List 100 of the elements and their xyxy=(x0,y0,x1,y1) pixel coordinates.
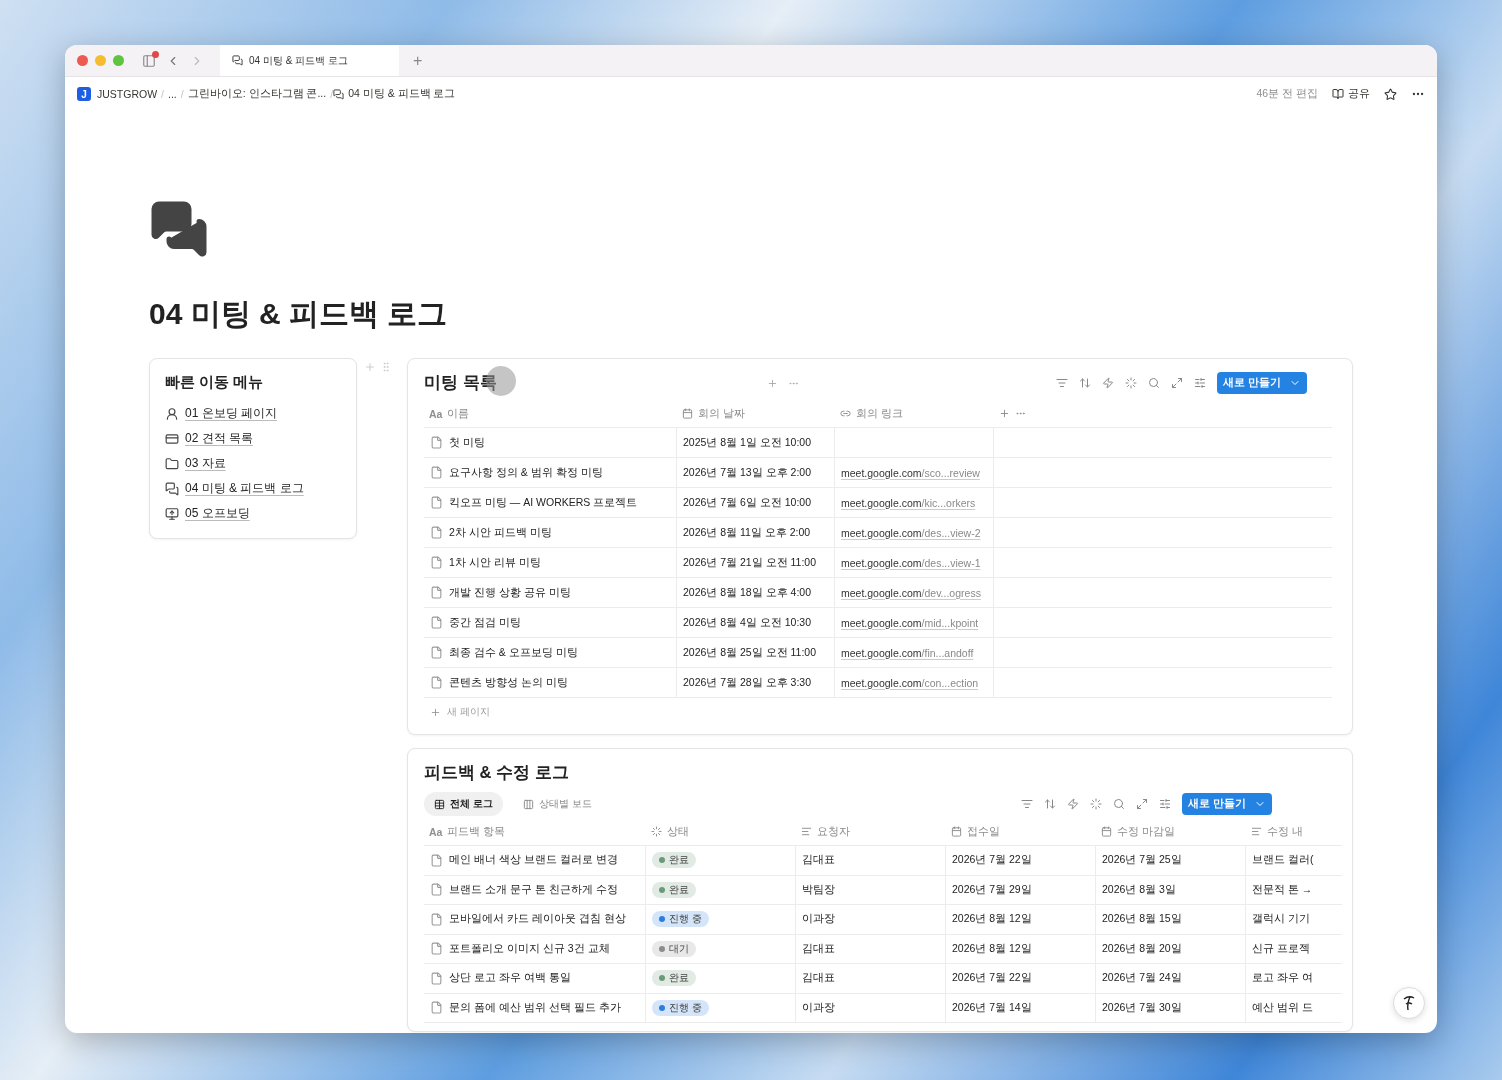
minimize-button[interactable] xyxy=(95,55,106,66)
calendar-icon xyxy=(1101,826,1112,837)
meeting-date: 2026년 8월 11일 오후 2:00 xyxy=(683,525,811,540)
column-header[interactable]: 회의 링크 xyxy=(835,400,994,428)
close-button[interactable] xyxy=(77,55,88,66)
column-header[interactable]: 상태 xyxy=(646,818,796,846)
meeting-link[interactable]: meet.google.com/dev...ogress xyxy=(841,586,981,599)
settings-icon[interactable] xyxy=(1194,377,1207,389)
link-cell[interactable]: meet.google.com/des...view-2 xyxy=(835,518,994,548)
search-icon[interactable] xyxy=(1113,798,1126,810)
search-icon[interactable] xyxy=(1148,377,1161,389)
breadcrumb-link[interactable]: JUSTGROW xyxy=(93,88,162,100)
meeting-name[interactable]: 중간 점검 미팅 xyxy=(449,615,521,630)
chat-bubbles-icon xyxy=(149,199,209,259)
meeting-link[interactable]: meet.google.com/con...ection xyxy=(841,676,979,689)
column-header[interactable]: 수정 마감일 xyxy=(1096,818,1246,846)
link-cell[interactable]: meet.google.com/dev...ogress xyxy=(835,578,994,608)
meeting-name[interactable]: 콘텐츠 방향성 논의 미팅 xyxy=(449,675,568,690)
help-button[interactable] xyxy=(1393,987,1425,1019)
feedback-item[interactable]: 포트폴리오 이미지 신규 3건 교체 xyxy=(449,941,610,956)
feedback-item[interactable]: 모바일에서 카드 레이아웃 겹침 현상 xyxy=(449,912,626,927)
sparkle-icon[interactable] xyxy=(1090,798,1103,810)
feedback-item[interactable]: 문의 폼에 예산 범위 선택 필드 추가 xyxy=(449,1000,621,1015)
feedback-item[interactable]: 상단 로고 좌우 여백 통일 xyxy=(449,971,571,986)
new-button[interactable]: 새로 만들기 xyxy=(1182,793,1272,815)
lightning-icon[interactable] xyxy=(1102,377,1115,389)
expand-icon[interactable] xyxy=(1136,798,1149,810)
meeting-name[interactable]: 첫 미팅 xyxy=(449,435,485,450)
filter-icon[interactable] xyxy=(1056,377,1069,389)
menu-link[interactable]: 03 자료 xyxy=(165,455,341,472)
add-column-icon[interactable] xyxy=(999,408,1010,419)
link-cell[interactable]: meet.google.com/sco...review xyxy=(835,458,994,488)
breadcrumb-link[interactable]: ... xyxy=(164,88,181,100)
browser-tab[interactable]: 04 미팅 & 피드백 로그 xyxy=(220,45,399,76)
view-tab[interactable]: 상태별 보드 xyxy=(512,792,602,816)
column-header[interactable]: Aa 이름 xyxy=(424,400,677,428)
monitor-icon xyxy=(165,506,179,521)
share-button[interactable]: 공유 xyxy=(1332,87,1370,101)
text-lines-icon xyxy=(1251,826,1262,837)
filter-icon[interactable] xyxy=(1021,798,1034,810)
settings-icon[interactable] xyxy=(1159,798,1172,810)
text-type-icon: Aa xyxy=(429,825,443,838)
add-icon[interactable] xyxy=(766,377,778,389)
column-header[interactable]: 회의 날짜 xyxy=(677,400,835,428)
sort-icon[interactable] xyxy=(1044,798,1057,810)
page-icon xyxy=(430,912,443,926)
star-icon[interactable] xyxy=(1384,87,1397,101)
menu-link[interactable]: 04 미팅 & 피드백 로그 xyxy=(165,480,341,497)
card-icon xyxy=(165,431,179,446)
column-header[interactable]: 수정 내 xyxy=(1246,818,1342,846)
page-icon xyxy=(430,496,443,509)
meeting-link[interactable]: meet.google.com/des...view-1 xyxy=(841,556,981,569)
feedback-item[interactable]: 브랜드 소개 문구 톤 친근하게 수정 xyxy=(449,882,618,897)
meeting-link[interactable]: meet.google.com/kic...orkers xyxy=(841,496,976,509)
requester: 박팀장 xyxy=(802,882,835,897)
column-header[interactable]: 접수일 xyxy=(946,818,1096,846)
status-tag: 대기 xyxy=(652,940,696,957)
revision-note: 예산 범위 드 xyxy=(1252,1000,1313,1015)
menu-link[interactable]: 02 견적 목록 xyxy=(165,430,341,447)
menu-link[interactable]: 05 오프보딩 xyxy=(165,505,341,522)
requester: 김대표 xyxy=(802,853,835,868)
drag-handle-icon[interactable] xyxy=(380,361,392,373)
status-tag: 진행 중 xyxy=(652,911,709,928)
add-icon xyxy=(430,706,441,718)
page-icon xyxy=(430,436,443,449)
column-header[interactable]: 요청자 xyxy=(796,818,946,846)
calendar-icon xyxy=(951,826,962,837)
link-cell[interactable]: meet.google.com/des...view-1 xyxy=(835,548,994,578)
feedback-item[interactable]: 메인 배너 색상 브랜드 컬러로 변경 xyxy=(449,853,618,868)
lightning-icon[interactable] xyxy=(1067,798,1080,810)
user-icon xyxy=(165,406,179,421)
meeting-name[interactable]: 1차 시안 리뷰 미팅 xyxy=(449,555,541,570)
expand-icon[interactable] xyxy=(1171,377,1184,389)
meeting-name[interactable]: 최종 검수 & 오프보딩 미팅 xyxy=(449,645,578,660)
meeting-name[interactable]: 요구사항 정의 & 범위 확정 미팅 xyxy=(449,465,603,480)
link-cell[interactable]: meet.google.com/mid...kpoint xyxy=(835,608,994,638)
sort-icon[interactable] xyxy=(1079,377,1092,389)
deadline-date: 2026년 8월 15일 xyxy=(1102,912,1182,927)
link-cell[interactable]: meet.google.com/kic...orkers xyxy=(835,488,994,518)
breadcrumb-link[interactable]: 04 미팅 & 피드백 로그 xyxy=(344,87,460,101)
sidebar-icon[interactable] xyxy=(142,53,156,68)
column-header[interactable]: Aa 피드백 항목 xyxy=(424,818,646,846)
link-cell[interactable]: meet.google.com/con...ection xyxy=(835,668,994,698)
breadcrumb-link[interactable]: 그린바이오: 인스타그램 콘... xyxy=(183,87,331,101)
meeting-link[interactable]: meet.google.com/sco...review xyxy=(841,466,980,479)
maximize-button[interactable] xyxy=(113,55,124,66)
view-tab[interactable]: 전체 로그 xyxy=(424,792,503,816)
requester: 김대표 xyxy=(802,941,835,956)
meeting-link[interactable]: meet.google.com/mid...kpoint xyxy=(841,616,979,629)
meeting-link[interactable]: meet.google.com/des...view-2 xyxy=(841,526,981,539)
meeting-link[interactable]: meet.google.com/fin...andoff xyxy=(841,646,974,659)
received-date: 2026년 7월 29일 xyxy=(952,882,1032,897)
meeting-name[interactable]: 2차 시안 피드백 미팅 xyxy=(449,525,552,540)
new-button[interactable]: 새로 만들기 xyxy=(1217,372,1307,394)
meeting-name[interactable]: 킥오프 미팅 — AI WORKERS 프로젝트 xyxy=(449,495,638,510)
received-date: 2026년 7월 22일 xyxy=(952,971,1032,986)
sparkle-icon[interactable] xyxy=(1125,377,1138,389)
link-cell[interactable]: meet.google.com/fin...andoff xyxy=(835,638,994,668)
menu-link[interactable]: 01 온보딩 페이지 xyxy=(165,405,341,422)
meeting-name[interactable]: 개발 진행 상황 공유 미팅 xyxy=(449,585,571,600)
